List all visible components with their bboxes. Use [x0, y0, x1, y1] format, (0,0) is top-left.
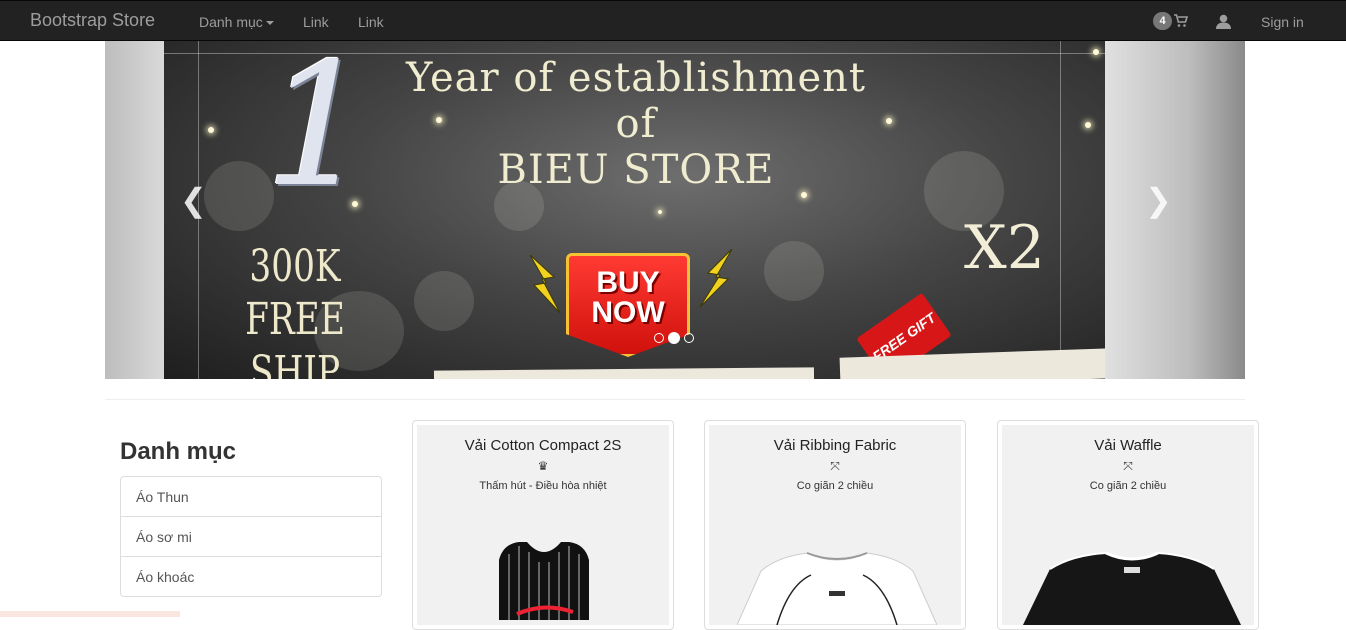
- cart-button[interactable]: 4: [1153, 12, 1188, 30]
- nav-link-1[interactable]: Link: [303, 14, 329, 30]
- category-list: Áo Thun Áo sơ mi Áo khoác: [120, 476, 382, 597]
- category-item-ao-khoac[interactable]: Áo khoác: [120, 556, 382, 597]
- anniversary-number: 1: [264, 41, 373, 225]
- white-tee-image: [737, 552, 937, 625]
- nav-link-2[interactable]: Link: [358, 14, 384, 30]
- cta-line1: BUY: [596, 266, 660, 299]
- navbar: Bootstrap Store Danh mục Link Link 4 Sig…: [0, 0, 1346, 41]
- notification-strip: [0, 611, 180, 617]
- stretch-arrows-icon: ⤧: [1123, 459, 1133, 473]
- promo-free-ship: 300K FREE SHIP: [221, 241, 369, 379]
- caret-down-icon: [265, 21, 274, 26]
- product-image[interactable]: Vải Waffle ⤧ Co giãn 2 chiều: [1002, 425, 1254, 625]
- hero-carousel: 1 Year of establishment of BIEU STORE 30…: [105, 41, 1245, 379]
- carousel-shade: [1105, 41, 1245, 379]
- sparkle: [1093, 49, 1099, 55]
- nav-dropdown-categories[interactable]: Danh mục: [199, 14, 274, 30]
- lightning-bolt-icon: [529, 255, 561, 314]
- chevron-left-icon: ❮: [180, 182, 207, 218]
- bokeh-light: [764, 241, 824, 301]
- promo-line2: FREE SHIP: [245, 293, 345, 379]
- product-feature: Co giãn 2 chiều: [796, 480, 874, 492]
- sparkle: [658, 210, 662, 214]
- product-title: Vải Cotton Compact 2S: [464, 437, 622, 454]
- divider: [105, 399, 1245, 400]
- user-icon[interactable]: [1216, 14, 1231, 29]
- carousel-slide-banner[interactable]: 1 Year of establishment of BIEU STORE 30…: [164, 41, 1105, 379]
- chevron-right-icon: ❯: [1145, 182, 1172, 218]
- banner-title-line1: Year of establishment of: [406, 55, 866, 147]
- carousel-next-button[interactable]: ❯: [1145, 181, 1172, 219]
- promo-multiplier: X2: [964, 213, 1045, 283]
- product-card[interactable]: Vải Cotton Compact 2S ♛ Thấm hút - Điều …: [412, 420, 674, 630]
- product-card[interactable]: Vải Ribbing Fabric ⤧ Co giãn 2 chiều: [704, 420, 966, 630]
- category-item-ao-thun[interactable]: Áo Thun: [120, 476, 382, 517]
- product-title: Vải Ribbing Fabric: [773, 437, 897, 454]
- carousel-indicator-3[interactable]: [684, 333, 694, 343]
- sparkle: [1085, 122, 1091, 128]
- lightning-bolt-icon: [699, 249, 733, 308]
- category-item-ao-so-mi[interactable]: Áo sơ mi: [120, 516, 382, 557]
- sign-in-link[interactable]: Sign in: [1261, 14, 1304, 30]
- nav-dropdown-label: Danh mục: [199, 14, 263, 30]
- shopping-cart-icon: [1174, 14, 1188, 27]
- tank-top-image: [499, 542, 589, 620]
- carousel-indicator-2[interactable]: [668, 332, 680, 344]
- product-card[interactable]: Vải Waffle ⤧ Co giãn 2 chiều: [997, 420, 1259, 630]
- carousel-indicators: [654, 332, 694, 344]
- sparkle: [886, 118, 892, 124]
- banner-title: Year of establishment of BIEU STORE: [386, 55, 886, 193]
- promo-line1: 300K: [249, 241, 341, 292]
- product-title: Vải Waffle: [1094, 437, 1162, 454]
- product-feature: Thấm hút - Điều hòa nhiệt: [479, 480, 607, 492]
- carousel-indicator-1[interactable]: [654, 333, 664, 343]
- cart-count-badge: 4: [1153, 12, 1172, 30]
- brand-link[interactable]: Bootstrap Store: [30, 10, 155, 31]
- cta-line2: NOW: [591, 296, 665, 329]
- sparkle: [208, 127, 214, 133]
- stretch-arrows-icon: ⤧: [830, 459, 840, 473]
- bokeh-light: [414, 271, 474, 331]
- paper-strip: [433, 367, 815, 379]
- product-image[interactable]: Vải Cotton Compact 2S ♛ Thấm hút - Điều …: [417, 425, 669, 625]
- crown-icon: ♛: [537, 459, 549, 473]
- banner-title-line2: BIEU STORE: [497, 147, 775, 193]
- frame-line: [1060, 41, 1061, 379]
- product-image[interactable]: Vải Ribbing Fabric ⤧ Co giãn 2 chiều: [709, 425, 961, 625]
- product-feature: Co giãn 2 chiều: [1089, 480, 1167, 492]
- category-heading: Danh mục: [120, 438, 237, 465]
- black-tee-image: [1022, 551, 1242, 625]
- carousel-prev-button[interactable]: ❮: [180, 181, 207, 219]
